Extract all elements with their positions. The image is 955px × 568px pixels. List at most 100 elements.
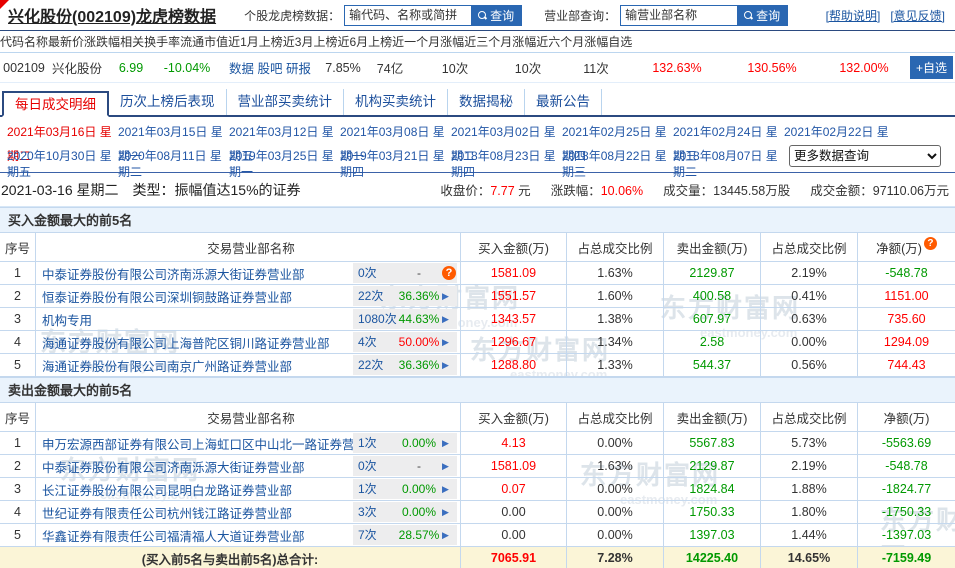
net-amount: -1824.77 — [857, 478, 955, 500]
help-link[interactable]: [帮助说明] — [826, 7, 881, 24]
branch-link[interactable]: 中泰证券股份有限公司济南泺源大街证券营业部 — [42, 264, 305, 283]
help-icon[interactable] — [923, 236, 937, 250]
expand-arrow-icon[interactable] — [442, 337, 449, 348]
tab[interactable]: 每日成交明细 — [2, 91, 109, 117]
date-cell[interactable]: 2021年03月16日 星 期二 2020年10月30日 星 期五 — [7, 117, 118, 179]
date-link[interactable]: 2020年10月30日 星 — [7, 147, 112, 164]
date-link[interactable]: 2018年08月23日 星 — [451, 147, 556, 164]
date-link[interactable]: 2018年08月07日 星 — [673, 147, 778, 164]
branch-link[interactable]: 海通证券股份有限公司上海普陀区铜川路证券营业部 — [42, 333, 330, 352]
branch-stats-badge[interactable]: 1080次 44.63% — [353, 309, 457, 329]
list-count: 22次 — [358, 357, 384, 372]
branch-link[interactable]: 申万宏源西部证券有限公司上海虹口区中山北一路证券营业部 — [42, 434, 380, 453]
branch-link[interactable]: 中泰证券股份有限公司济南泺源大街证券营业部 — [42, 457, 305, 476]
date-cell[interactable]: 2021年03月12日 星 期五 2019年03月25日 星 期一 — [229, 117, 340, 179]
tab[interactable]: 机构买卖统计 — [344, 89, 448, 115]
date-link[interactable]: 2019年03月25日 星 — [229, 147, 334, 164]
buy-pct: 1.38% — [566, 308, 663, 330]
table-row: 5 华鑫证券有限责任公司福清福人大道证券营业部 7次 28.57% 0.00 0… — [0, 524, 955, 547]
turnover-rate: 7.85% — [325, 60, 361, 75]
branch-stats-badge[interactable]: 1次 0.00% — [353, 479, 457, 499]
change-3m: 130.56% — [747, 60, 797, 75]
date-link[interactable]: 2021年03月16日 星 — [7, 123, 112, 140]
win-rate: 50.00% — [398, 335, 440, 349]
top-bar: 兴化股份(002109)龙虎榜数据 个股龙虎榜数据： 查询 营业部查询： 查询 … — [0, 0, 955, 31]
branch-stats-badge[interactable]: 22次 36.36% — [353, 355, 457, 375]
win-rate: 0.00% — [401, 482, 437, 496]
branch-link[interactable]: 恒泰证券股份有限公司深圳铜鼓路证券营业部 — [42, 287, 292, 306]
table-row: 5 海通证券股份有限公司南京广州路证券营业部 22次 36.36% 1288.8… — [0, 354, 955, 377]
tab[interactable]: 最新公告 — [525, 89, 602, 115]
expand-arrow-icon[interactable] — [442, 314, 449, 325]
date-link[interactable]: 2021年02月24日 星 — [673, 123, 778, 140]
date-cell[interactable]: 2021年02月25日 星 期四 2018年08月22日 星 期三 — [562, 117, 673, 179]
date-link[interactable]: 2021年02月22日 星 — [784, 123, 889, 140]
sell-pct: 0.56% — [760, 354, 857, 376]
data-link[interactable]: 数据 — [229, 62, 254, 76]
expand-arrow-icon[interactable] — [442, 438, 449, 449]
more-data-select[interactable]: 更多数据查询 — [789, 145, 941, 167]
date-cell[interactable]: 2021年03月02日 星 期二 2018年08月23日 星 期四 — [451, 117, 562, 179]
branch-search-button[interactable]: 查询 — [738, 4, 789, 26]
table-row: 1 申万宏源西部证券有限公司上海虹口区中山北一路证券营业部 1次 0.00% 4… — [0, 432, 955, 455]
branch-stats-badge[interactable]: 0次 - — [353, 263, 457, 283]
branch-link[interactable]: 世纪证券有限责任公司杭州钱江路证券营业部 — [42, 503, 292, 522]
tab[interactable]: 历次上榜后表现 — [109, 89, 227, 115]
date-weekday-wrap: 期二 — [673, 165, 698, 179]
win-rate: 0.00% — [401, 436, 437, 450]
guba-link[interactable]: 股吧 — [257, 62, 282, 76]
date-link[interactable]: 2020年08月11日 星 — [118, 147, 222, 164]
list-count-6m: 11次 — [583, 62, 609, 76]
branch-search-input[interactable] — [620, 4, 739, 26]
branch-stats-badge[interactable]: 1次 0.00% — [353, 433, 457, 453]
help-icon[interactable] — [442, 266, 456, 280]
date-link[interactable]: 2021年03月12日 星 — [229, 123, 334, 140]
list-count: 1080次 — [358, 311, 397, 326]
expand-arrow-icon[interactable] — [442, 461, 449, 472]
branch-stats-badge[interactable]: 3次 0.00% — [353, 502, 457, 522]
branch-stats-badge[interactable]: 4次 50.00% — [353, 332, 457, 352]
stock-search-button[interactable]: 查询 — [472, 4, 523, 26]
report-link[interactable]: 研报 — [286, 62, 311, 76]
sell-amount: 544.37 — [663, 354, 760, 376]
date-weekday-wrap: 期四 — [340, 165, 365, 179]
expand-arrow-icon[interactable] — [442, 484, 449, 495]
date-link[interactable]: 2019年03月21日 星 — [340, 147, 445, 164]
win-rate: - — [417, 459, 421, 473]
date-cell[interactable]: 2021年02月24日 星 期三 2018年08月07日 星 期二 — [673, 117, 784, 179]
branch-link[interactable]: 华鑫证券有限责任公司福清福人大道证券营业部 — [42, 526, 305, 545]
float-market-cap: 74亿 — [376, 62, 404, 76]
branch-stats-badge[interactable]: 22次 36.36% — [353, 286, 457, 306]
net-amount: -5563.69 — [857, 432, 955, 454]
feedback-link[interactable]: [意见反馈] — [890, 7, 945, 24]
expand-arrow-icon[interactable] — [442, 291, 449, 302]
date-link[interactable]: 2018年08月22日 星 — [562, 147, 667, 164]
date-link[interactable]: 2021年02月25日 星 — [562, 123, 667, 140]
branch-link[interactable]: 海通证券股份有限公司南京广州路证券营业部 — [42, 356, 292, 375]
date-cell[interactable]: 2021年03月08日 星 期一 2019年03月21日 星 期四 — [340, 117, 451, 179]
date-link[interactable]: 2021年03月02日 星 — [451, 123, 556, 140]
date-weekday-wrap: 期三 — [562, 165, 587, 179]
expand-arrow-icon[interactable] — [442, 530, 449, 541]
sell-pct: 1.44% — [760, 524, 857, 546]
date-weekday-wrap: 期二 — [118, 165, 143, 179]
branch-link[interactable]: 长江证券股份有限公司昆明白龙路证券营业部 — [42, 480, 292, 499]
sell-amount: 2.58 — [663, 331, 760, 353]
date-link[interactable]: 2021年03月15日 星 — [118, 123, 223, 140]
stock-name[interactable]: 兴化股份 — [48, 58, 106, 77]
close-price: 收盘价：7.77 元 — [440, 184, 531, 198]
buy-pct: 1.60% — [566, 285, 663, 307]
tab[interactable]: 数据揭秘 — [448, 89, 525, 115]
expand-arrow-icon[interactable] — [442, 360, 449, 371]
expand-arrow-icon[interactable] — [442, 507, 449, 518]
stock-search-input[interactable] — [344, 4, 473, 26]
branch-link[interactable]: 机构专用 — [42, 310, 92, 329]
date-cell[interactable]: 2021年03月15日 星 期一 2020年08月11日 星 期二 — [118, 117, 229, 179]
buy-amount: 0.00 — [460, 501, 566, 523]
date-link[interactable]: 2021年03月08日 星 — [340, 123, 445, 140]
tab[interactable]: 营业部买卖统计 — [227, 89, 344, 115]
branch-stats-badge[interactable]: 7次 28.57% — [353, 525, 457, 545]
add-watchlist-button[interactable]: +自选 — [909, 56, 953, 79]
branch-stats-badge[interactable]: 0次 - — [353, 456, 457, 476]
page-title[interactable]: 兴化股份(002109)龙虎榜数据 — [8, 3, 216, 27]
